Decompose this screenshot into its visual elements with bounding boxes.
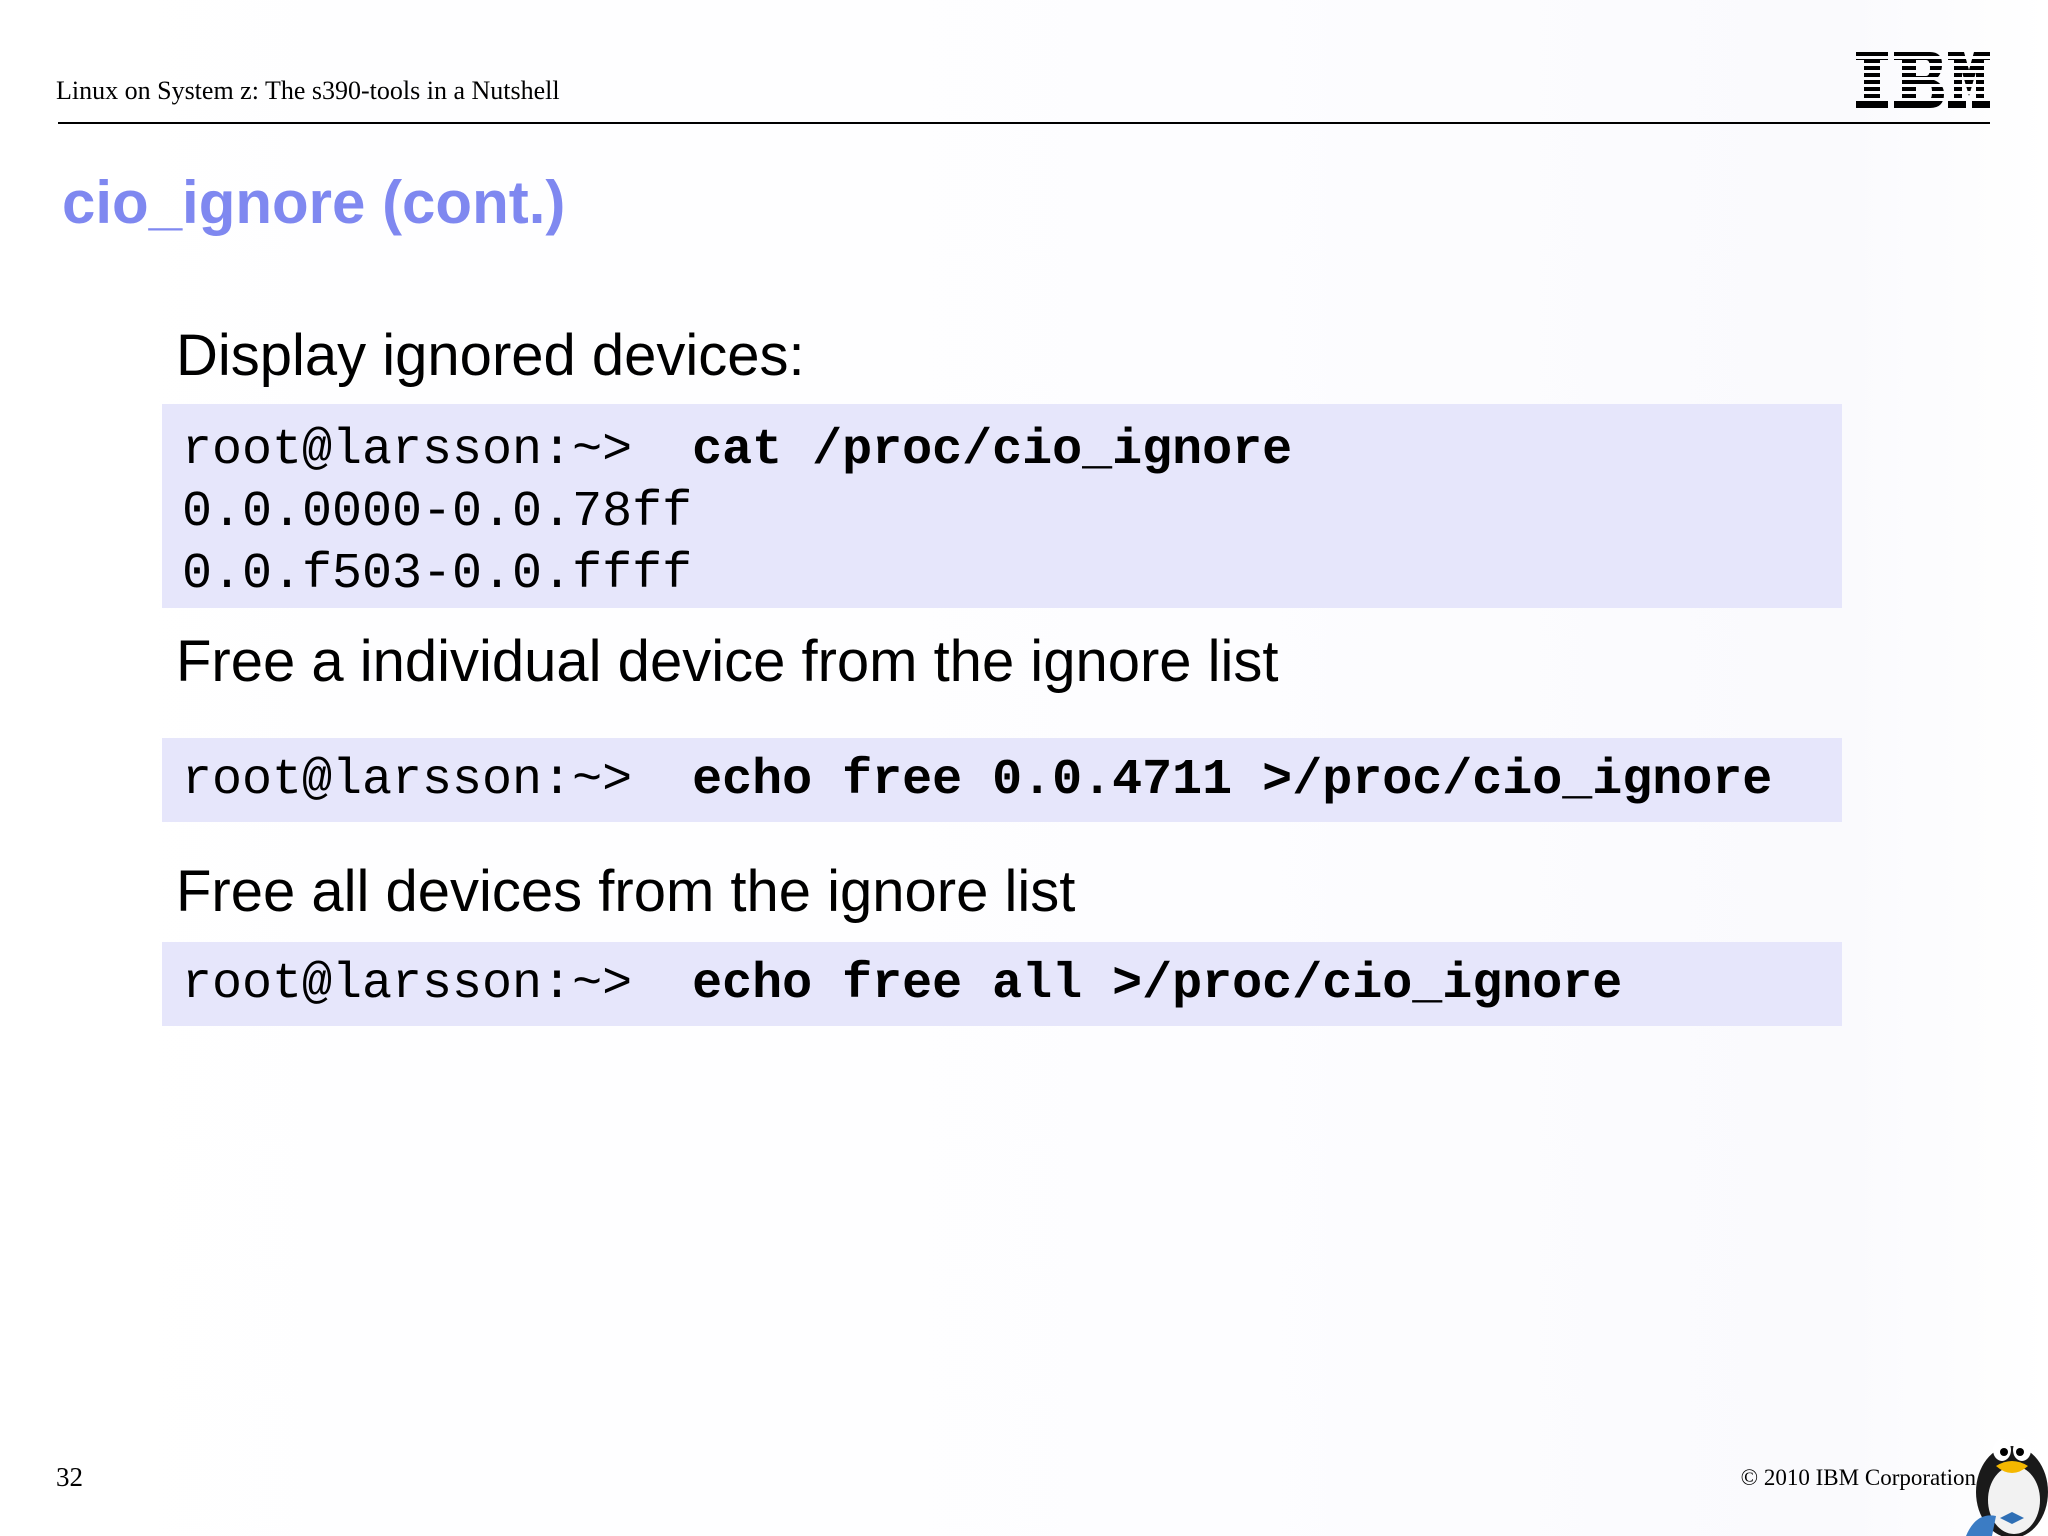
- section-label-free-individual: Free a individual device from the ignore…: [176, 629, 1279, 694]
- code-output: 0.0.0000-0.0.78ff: [182, 484, 693, 541]
- code-prompt: root@larsson:~>: [182, 422, 693, 479]
- page-number: 32: [56, 1462, 83, 1492]
- code-block-free-all: root@larsson:~> echo free all >/proc/cio…: [162, 942, 1842, 1026]
- ibm-logo-icon: [1856, 52, 1990, 108]
- code-command: cat /proc/cio_ignore: [692, 422, 1293, 479]
- slide: Linux on System z: The s390-tools in a N…: [0, 0, 2048, 1536]
- copyright-notice: © 2010 IBM Corporation: [1740, 1465, 1976, 1490]
- code-line: root@larsson:~> echo free all >/proc/cio…: [182, 956, 1622, 1013]
- code-prompt: root@larsson:~>: [182, 956, 693, 1013]
- header-divider: [58, 122, 1990, 124]
- code-command: echo free all >/proc/cio_ignore: [692, 956, 1623, 1013]
- code-line: root@larsson:~> echo free 0.0.4711 >/pro…: [182, 752, 1772, 809]
- section-label-display: Display ignored devices:: [176, 323, 805, 388]
- code-line: root@larsson:~> cat /proc/cio_ignore: [182, 422, 1292, 479]
- code-prompt: root@larsson:~>: [182, 752, 693, 809]
- code-line: 0.0.0000-0.0.78ff: [182, 484, 692, 541]
- tux-penguin-icon: [1966, 1439, 2048, 1536]
- code-block-display: root@larsson:~> cat /proc/cio_ignore 0.0…: [162, 404, 1842, 608]
- code-block-free-individual: root@larsson:~> echo free 0.0.4711 >/pro…: [162, 738, 1842, 822]
- code-command: echo free 0.0.4711 >/proc/cio_ignore: [692, 752, 1773, 809]
- header-title: Linux on System z: The s390-tools in a N…: [56, 76, 560, 105]
- section-label-free-all: Free all devices from the ignore list: [176, 859, 1076, 924]
- code-line: 0.0.f503-0.0.ffff: [182, 546, 692, 603]
- slide-heading: cio_ignore (cont.): [62, 169, 566, 236]
- code-output: 0.0.f503-0.0.ffff: [182, 546, 693, 603]
